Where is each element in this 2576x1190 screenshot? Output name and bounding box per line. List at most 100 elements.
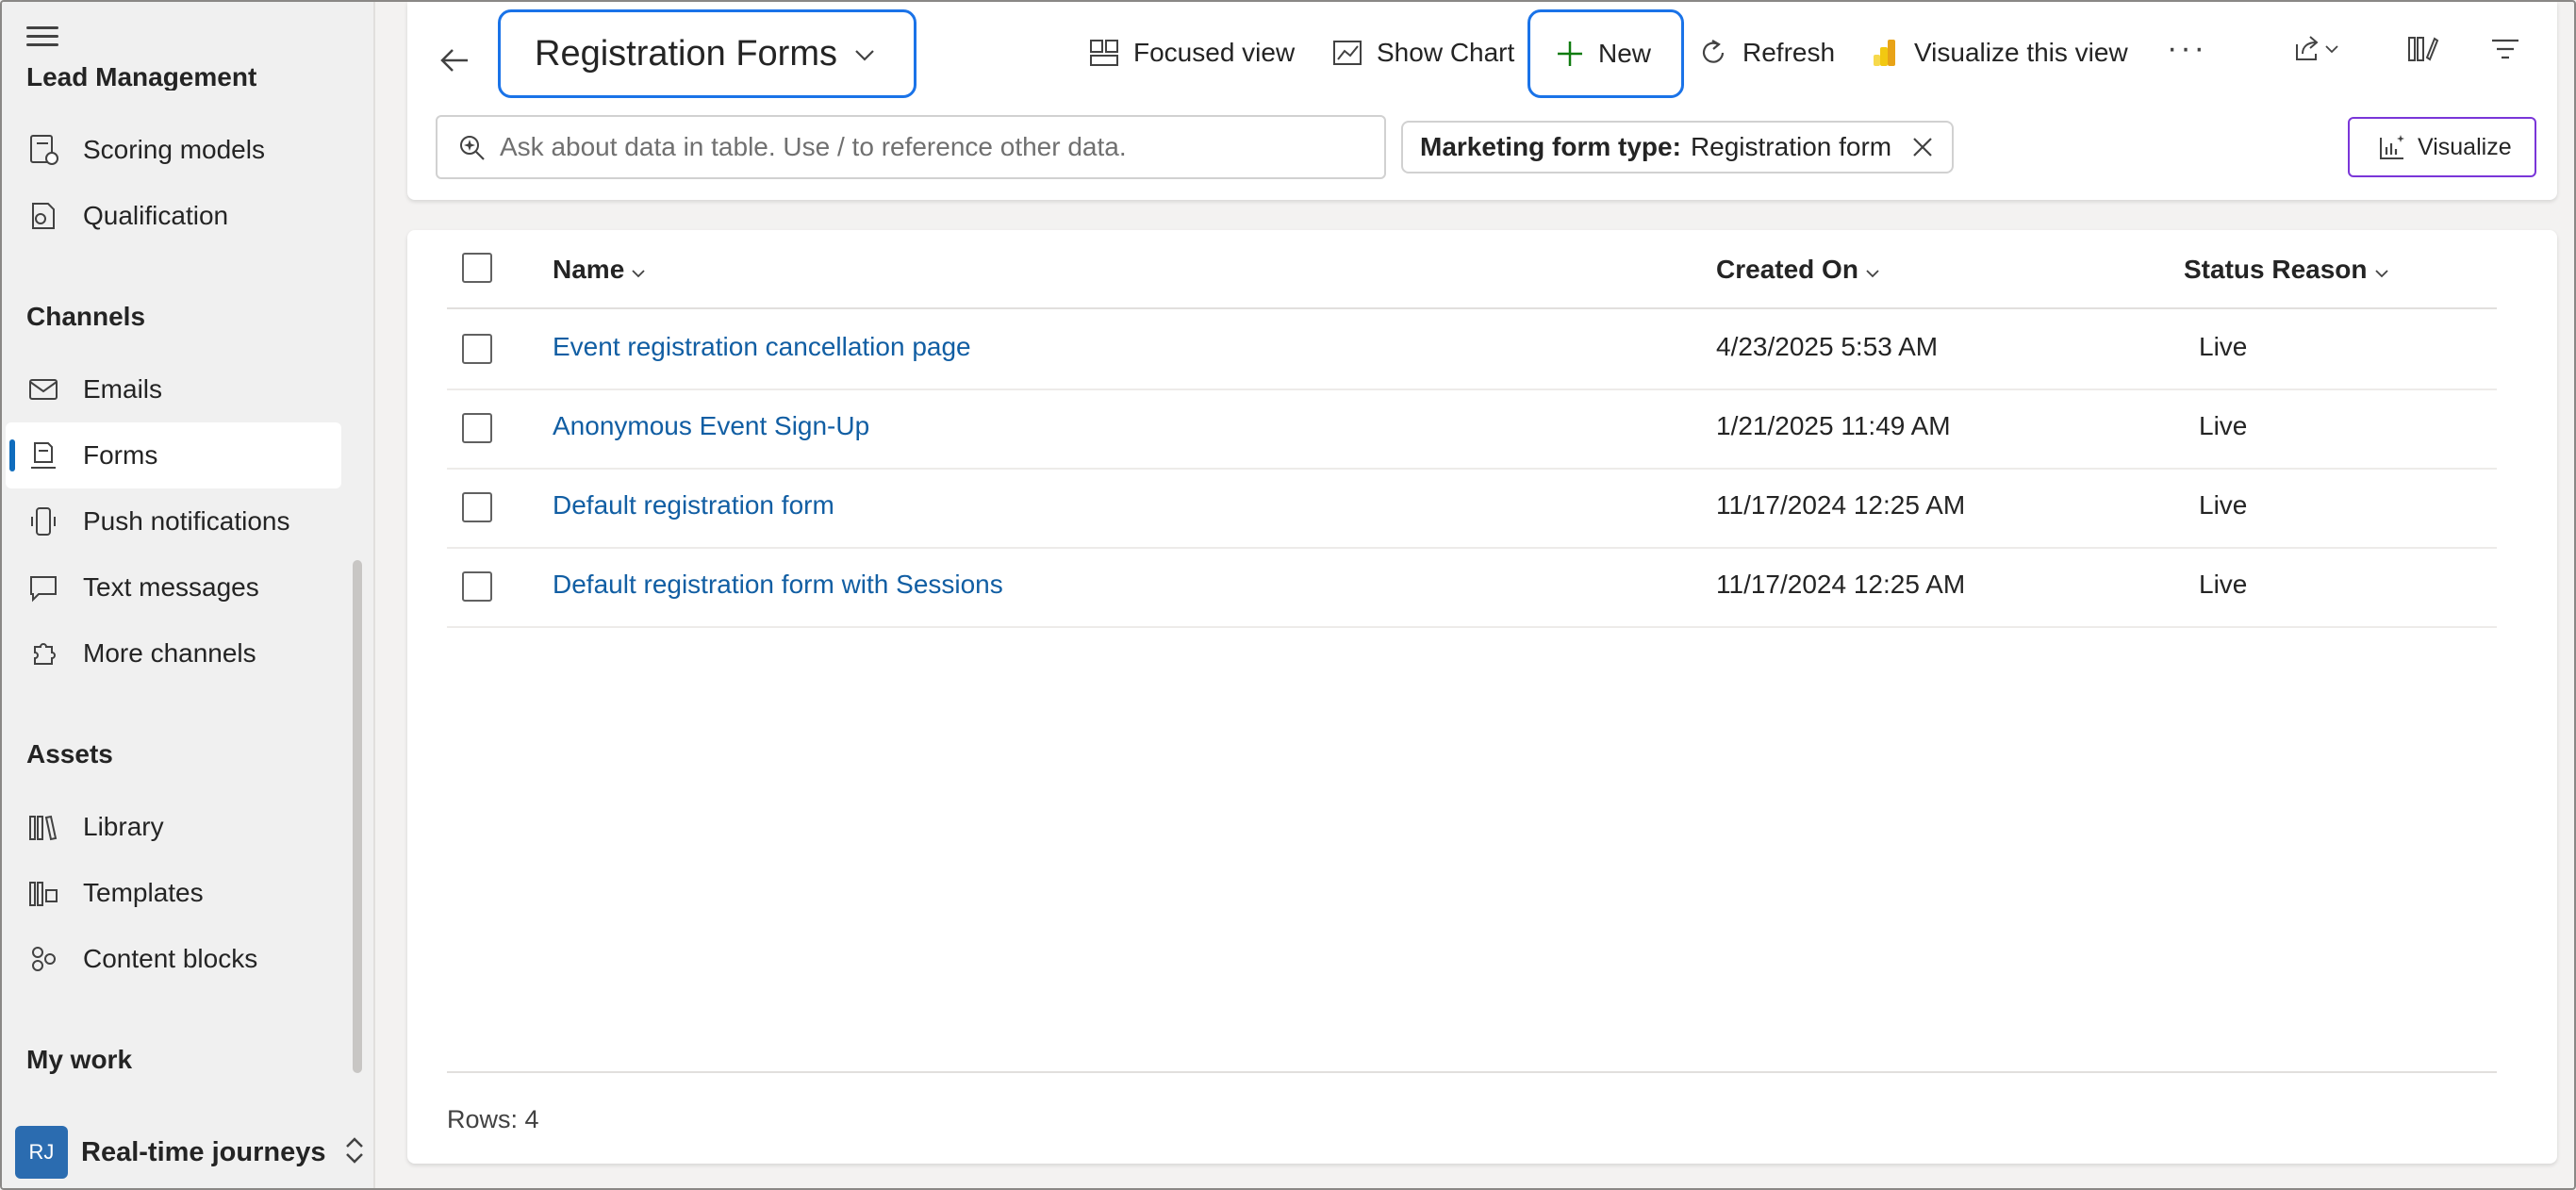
sidebar-item-templates[interactable]: Templates: [6, 860, 341, 926]
created-on-cell: 4/23/2025 5:53 AM: [1716, 332, 1939, 361]
app-window: Lead Management Scoring models Qualifica…: [0, 0, 2576, 1190]
filter-key: Marketing form type:: [1420, 132, 1681, 161]
chevron-up-down-icon: [342, 1134, 367, 1171]
status-reason-cell: Live: [2199, 490, 2248, 520]
refresh-icon: [1695, 35, 1731, 71]
area-switcher[interactable]: RJ Real-time journeys: [2, 1115, 375, 1188]
sitemap-sidebar: Lead Management Scoring models Qualifica…: [2, 2, 375, 1188]
chart-icon: [1329, 35, 1365, 71]
column-header-status-reason[interactable]: Status Reason: [2184, 253, 2390, 287]
area-label: Real-time journeys: [81, 1136, 326, 1167]
edit-columns-icon: [2406, 33, 2440, 70]
column-header-created-on[interactable]: Created On: [1716, 253, 1881, 287]
sidebar-item-label: Text messages: [83, 572, 259, 602]
row-checkbox[interactable]: [462, 334, 492, 364]
column-header-label: Name: [553, 255, 625, 284]
visualize-this-view-label: Visualize this view: [1914, 38, 2128, 67]
filter-icon: [2489, 35, 2521, 68]
sidebar-item-emails[interactable]: Emails: [6, 356, 341, 422]
view-selector[interactable]: Registration Forms: [498, 9, 916, 98]
new-button[interactable]: New: [1527, 9, 1684, 98]
visualize-sparkle-chart-icon: [2376, 131, 2408, 163]
visualize-button[interactable]: Visualize: [2348, 117, 2536, 177]
plus-icon: [1553, 37, 1587, 71]
scoring-models-icon: [25, 131, 62, 169]
sidebar-item-text-messages[interactable]: Text messages: [6, 554, 341, 620]
select-all-checkbox[interactable]: [462, 253, 492, 283]
more-commands-icon[interactable]: ···: [2167, 30, 2207, 67]
back-arrow-icon[interactable]: [436, 41, 481, 81]
edit-columns-button[interactable]: [2406, 32, 2463, 70]
sidebar-item-library[interactable]: Library: [6, 794, 341, 860]
grid-panel: Name Created On Status Reason Event regi…: [407, 230, 2557, 1164]
sidebar-item-scoring-models[interactable]: Scoring models: [6, 117, 341, 183]
column-header-name[interactable]: Name: [553, 253, 647, 287]
chevron-down-icon: [852, 45, 877, 69]
visualize-label: Visualize: [2418, 133, 2512, 160]
filter-value: Registration form: [1690, 132, 1892, 161]
sidebar-item-label: Scoring models: [83, 135, 265, 164]
sidebar-item-label: More channels: [83, 638, 256, 668]
group-title-my-work: My work: [26, 1045, 133, 1074]
share-button[interactable]: [2291, 32, 2348, 70]
sidebar-item-forms[interactable]: Forms: [6, 422, 341, 488]
row-count: Rows: 4: [447, 1105, 539, 1133]
sidebar-item-label: Forms: [83, 440, 158, 470]
row-checkbox[interactable]: [462, 413, 492, 443]
chat-icon: [25, 569, 62, 606]
share-icon: [2291, 33, 2323, 70]
chevron-down-icon: [630, 256, 647, 287]
created-on-cell: 1/21/2025 11:49 AM: [1716, 411, 1951, 440]
ask-data-search[interactable]: [436, 115, 1386, 179]
view-title: Registration Forms: [535, 33, 837, 74]
refresh-label: Refresh: [1742, 38, 1836, 67]
focused-view-button[interactable]: Focused view: [1086, 23, 1295, 83]
record-name-link[interactable]: Event registration cancellation page: [553, 332, 971, 362]
table-row[interactable]: Event registration cancellation page 4/2…: [447, 311, 2497, 390]
chevron-down-icon: [1864, 256, 1881, 287]
copilot-sparkle-search-icon: [456, 131, 488, 163]
record-name-link[interactable]: Default registration form with Sessions: [553, 570, 1003, 600]
section-title-lead-management: Lead Management: [26, 62, 257, 91]
table-row[interactable]: Anonymous Event Sign-Up 1/21/2025 11:49 …: [447, 390, 2497, 470]
status-reason-cell: Live: [2199, 332, 2248, 361]
group-title-assets: Assets: [26, 739, 113, 769]
chevron-down-icon: [2373, 256, 2390, 287]
refresh-button[interactable]: Refresh: [1695, 23, 1835, 83]
table-row[interactable]: Default registration form 11/17/2024 12:…: [447, 470, 2497, 549]
phone-icon: [25, 503, 62, 540]
show-chart-label: Show Chart: [1377, 38, 1515, 67]
sidebar-scrollbar[interactable]: [353, 560, 362, 1073]
column-header-label: Status Reason: [2184, 255, 2368, 284]
sidebar-item-push-notifications[interactable]: Push notifications: [6, 488, 341, 554]
focused-view-icon: [1086, 35, 1122, 71]
show-chart-button[interactable]: Show Chart: [1329, 23, 1514, 83]
edit-filters-button[interactable]: [2489, 32, 2546, 70]
command-panel: Registration Forms Focused view Show Cha…: [407, 2, 2557, 200]
sidebar-item-label: Content blocks: [83, 944, 258, 973]
status-reason-cell: Live: [2199, 411, 2248, 440]
group-title-channels: Channels: [26, 302, 146, 331]
visualize-this-view-button[interactable]: Visualize this view: [1867, 23, 2128, 83]
qualification-icon: [25, 197, 62, 235]
record-name-link[interactable]: Default registration form: [553, 490, 834, 521]
table-row[interactable]: Default registration form with Sessions …: [447, 549, 2497, 628]
chevron-down-icon: [2323, 42, 2340, 60]
created-on-cell: 11/17/2024 12:25 AM: [1716, 490, 1966, 520]
sidebar-item-more-channels[interactable]: More channels: [6, 620, 341, 686]
row-checkbox[interactable]: [462, 571, 492, 602]
ask-data-input[interactable]: [500, 132, 1367, 162]
sidebar-item-label: Emails: [83, 374, 163, 404]
sidebar-item-qualification[interactable]: Qualification: [6, 183, 341, 249]
sidebar-item-label: Templates: [83, 878, 204, 907]
row-checkbox[interactable]: [462, 492, 492, 522]
grid-header: Name Created On Status Reason: [447, 230, 2497, 309]
record-name-link[interactable]: Anonymous Event Sign-Up: [553, 411, 869, 441]
sidebar-item-label: Qualification: [83, 201, 229, 230]
power-bi-icon: [1867, 35, 1903, 71]
close-icon[interactable]: [1908, 133, 1937, 161]
sidebar-item-content-blocks[interactable]: Content blocks: [6, 926, 341, 992]
hamburger-menu-icon[interactable]: [26, 23, 58, 49]
focused-view-label: Focused view: [1133, 38, 1296, 67]
footer-divider: [447, 1071, 2497, 1073]
